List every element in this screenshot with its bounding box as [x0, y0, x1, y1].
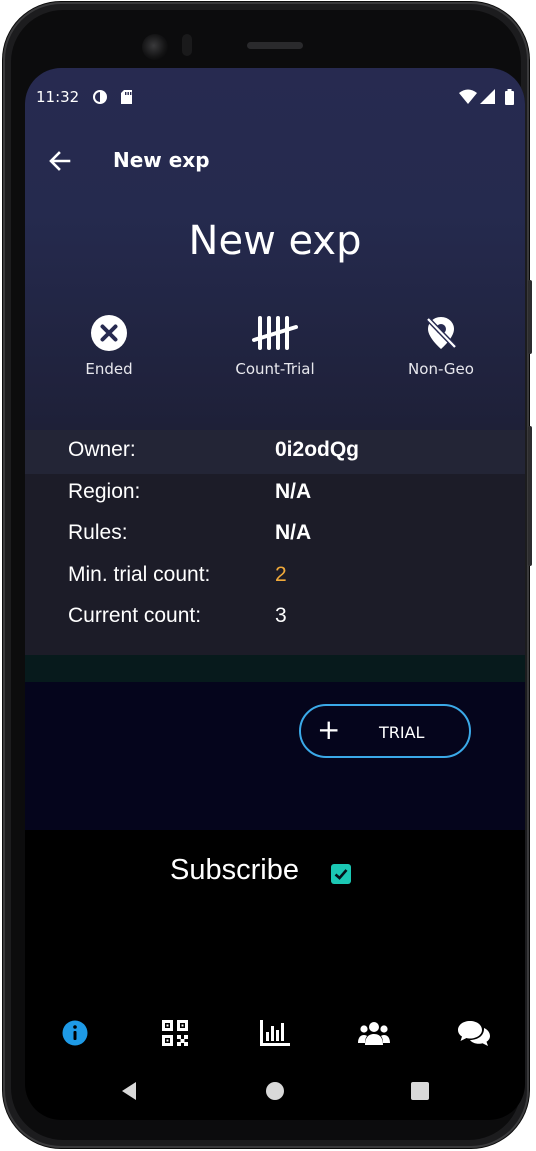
- nav-participants[interactable]: [356, 1018, 392, 1048]
- nav-discussion[interactable]: [456, 1018, 492, 1048]
- qr-code-icon: [162, 1020, 188, 1046]
- proximity-sensor: [182, 34, 192, 56]
- bottom-navigation: [25, 1018, 525, 1048]
- earpiece-speaker: [247, 42, 303, 49]
- status-time: 11:32: [36, 88, 80, 106]
- details-panel: Owner: 0i2odQg Region: N/A Rules: N/A Mi…: [25, 430, 525, 655]
- status-ended-label: Ended: [85, 360, 133, 378]
- location-off-icon: [426, 317, 457, 349]
- app-bar: New exp: [25, 138, 525, 188]
- signal-icon: [480, 89, 495, 104]
- action-area: + TRIAL: [25, 682, 525, 830]
- bar-chart-icon: [260, 1020, 290, 1046]
- nav-info[interactable]: [57, 1018, 93, 1048]
- geo-label: Non-Geo: [408, 360, 474, 378]
- detail-key: Region:: [68, 480, 141, 503]
- nav-stats[interactable]: [257, 1018, 293, 1048]
- tally-icon: [252, 316, 298, 350]
- sd-card-icon: [121, 90, 132, 104]
- detail-value: 2: [275, 563, 287, 586]
- detail-key: Rules:: [68, 521, 128, 544]
- system-back-icon[interactable]: [120, 1081, 140, 1101]
- detail-value: N/A: [275, 480, 312, 503]
- users-icon: [358, 1022, 390, 1045]
- app-bar-title: New exp: [113, 148, 210, 172]
- add-trial-button[interactable]: + TRIAL: [299, 704, 471, 758]
- system-home-icon[interactable]: [265, 1081, 285, 1101]
- status-ended: Ended: [34, 314, 184, 378]
- subscribe-checkbox[interactable]: [331, 864, 351, 884]
- divider-band: [25, 655, 525, 682]
- back-arrow-icon[interactable]: [45, 146, 75, 176]
- detail-value[interactable]: 0i2odQg: [275, 438, 359, 462]
- experiment-title: New exp: [188, 218, 362, 264]
- nav-qr[interactable]: [157, 1018, 193, 1048]
- subscribe-label: Subscribe: [170, 854, 299, 886]
- power-button: [528, 426, 532, 566]
- close-circle-icon: [91, 315, 127, 351]
- plus-icon: +: [317, 713, 341, 746]
- header-section: 11:32 New exp New exp Ended Count-Trial …: [25, 68, 525, 430]
- geo-non-geo: Non-Geo: [366, 314, 516, 378]
- detail-key: Owner:: [68, 438, 136, 461]
- battery-icon: [505, 89, 514, 105]
- add-trial-label: TRIAL: [379, 723, 425, 742]
- phone-frame: 11:32 New exp New exp Ended Count-Trial …: [3, 2, 532, 1148]
- info-icon: [62, 1020, 88, 1046]
- detail-key: Min. trial count:: [68, 563, 211, 586]
- screen: 11:32 New exp New exp Ended Count-Trial …: [25, 68, 525, 1120]
- volume-button: [528, 280, 532, 354]
- detail-key: Current count:: [68, 604, 202, 627]
- status-bar: 11:32: [25, 68, 525, 128]
- detail-value: 3: [275, 604, 287, 627]
- system-recents-icon[interactable]: [410, 1081, 430, 1101]
- chat-icon: [458, 1021, 490, 1046]
- type-label: Count-Trial: [235, 360, 315, 378]
- front-camera: [142, 34, 168, 60]
- type-count-trial: Count-Trial: [200, 314, 350, 378]
- system-navigation: [25, 1076, 525, 1106]
- subscribe-row: Subscribe: [25, 854, 525, 894]
- checkmark-icon: [334, 869, 348, 880]
- wifi-icon: [459, 89, 477, 104]
- data-saver-icon: [93, 90, 107, 104]
- detail-value: N/A: [275, 521, 312, 544]
